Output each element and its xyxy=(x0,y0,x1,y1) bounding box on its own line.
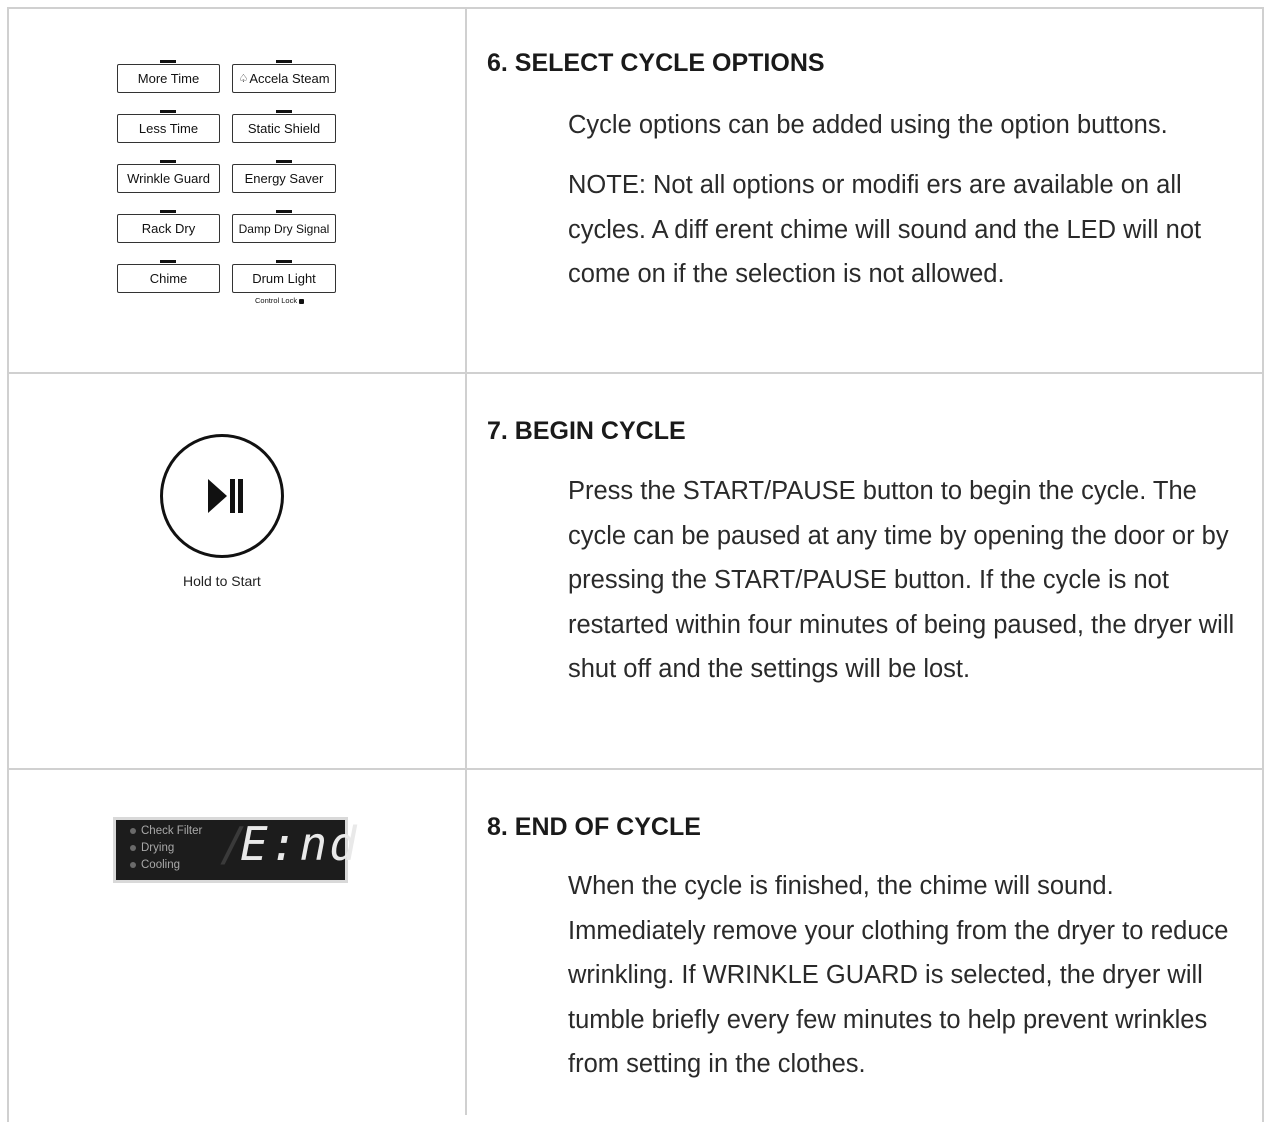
status-display: Check Filter Drying Cooling / E:nd xyxy=(113,817,357,883)
chime-button[interactable]: Chime xyxy=(117,264,220,293)
end-readout: E:nd xyxy=(240,817,359,871)
drum-light-button[interactable]: Drum Light xyxy=(232,264,336,293)
button-label: Damp Dry Signal xyxy=(238,221,330,236)
led-indicator xyxy=(160,160,176,163)
indicator-label: Drying xyxy=(141,842,175,854)
control-lock-label: Control Lock xyxy=(255,296,305,305)
indicator-light-icon xyxy=(130,861,136,868)
step-6-title: 6. SELECT CYCLE OPTIONS xyxy=(487,49,825,77)
steam-icon: ♤ xyxy=(238,73,249,85)
static-shield-button[interactable]: Static Shield xyxy=(232,114,336,143)
led-indicator xyxy=(276,160,292,163)
led-indicator xyxy=(276,60,292,63)
indicator-label: Check Filter xyxy=(141,825,203,837)
indicator-label: Cooling xyxy=(141,859,180,871)
led-indicator xyxy=(160,60,176,63)
button-label: Accela Steam xyxy=(249,71,330,86)
button-label: Energy Saver xyxy=(244,171,324,186)
step-6-note: NOTE: Not all options or modifi ers are … xyxy=(568,171,1202,288)
cooling-indicator: Cooling xyxy=(130,859,180,871)
button-label: Rack Dry xyxy=(141,221,196,236)
led-indicator xyxy=(276,260,292,263)
hold-to-start-label: Hold to Start xyxy=(183,573,261,589)
column-divider xyxy=(465,7,467,1115)
row-divider xyxy=(7,768,1264,770)
button-label: Chime xyxy=(149,271,188,286)
page: More Time ♤ Accela Steam Less Time Static… xyxy=(0,0,1269,1122)
check-filter-indicator: Check Filter xyxy=(130,825,202,837)
step-7-title: 7. BEGIN CYCLE xyxy=(487,417,686,445)
step-8-paragraph: When the cycle is finished, the chime wi… xyxy=(568,872,1229,1078)
step-7-paragraph: Press the START/PAUSE button to begin th… xyxy=(568,477,1235,683)
led-indicator xyxy=(160,210,176,213)
led-indicator xyxy=(276,210,292,213)
led-indicator xyxy=(160,110,176,113)
more-time-button[interactable]: More Time xyxy=(117,64,220,93)
indicator-light-icon xyxy=(130,827,136,834)
indicator-light-icon xyxy=(130,844,136,851)
display-screen: Check Filter Drying Cooling / E:nd xyxy=(116,817,357,880)
control-lock-text: Control Lock xyxy=(255,296,298,305)
drying-indicator: Drying xyxy=(130,842,174,854)
button-label: Wrinkle Guard xyxy=(127,171,210,186)
wrinkle-guard-button[interactable]: Wrinkle Guard xyxy=(117,164,220,193)
play-pause-icon xyxy=(208,479,243,513)
rack-dry-button[interactable]: Rack Dry xyxy=(117,214,220,243)
accela-steam-button[interactable]: ♤ Accela Steam xyxy=(232,64,336,93)
lock-icon xyxy=(299,298,305,304)
less-time-button[interactable]: Less Time xyxy=(117,114,220,143)
step-8-title: 8. END OF CYCLE xyxy=(487,813,701,841)
button-label: Drum Light xyxy=(252,271,316,286)
damp-dry-signal-button[interactable]: Damp Dry Signal xyxy=(232,214,336,243)
led-indicator xyxy=(160,260,176,263)
button-label: Less Time xyxy=(138,121,199,136)
energy-saver-button[interactable]: Energy Saver xyxy=(232,164,336,193)
row-divider xyxy=(7,372,1264,374)
button-label: Static Shield xyxy=(247,121,321,136)
led-indicator xyxy=(276,110,292,113)
step-6-paragraph: Cycle options can be added using the opt… xyxy=(568,111,1168,139)
start-pause-button[interactable] xyxy=(160,434,284,558)
button-label: More Time xyxy=(137,71,200,86)
